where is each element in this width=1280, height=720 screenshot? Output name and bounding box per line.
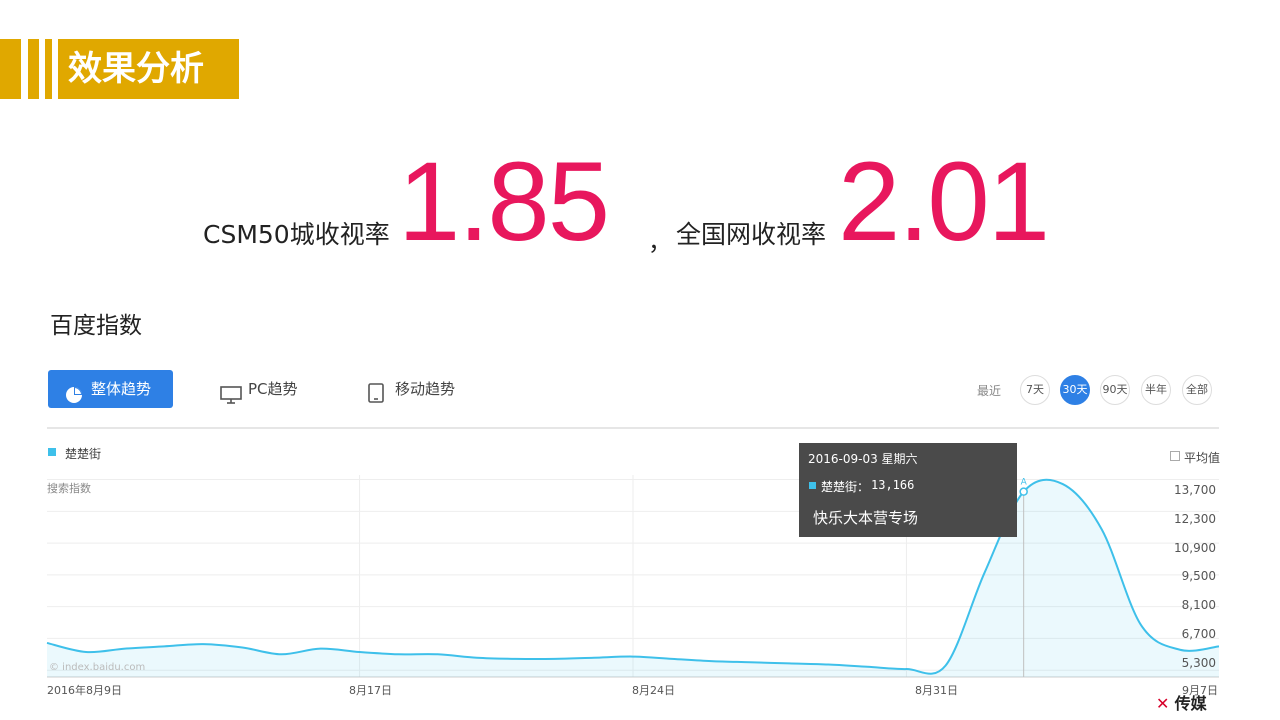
x-tick-label: 8月31日: [915, 684, 958, 697]
event-marker-label[interactable]: A: [1021, 478, 1028, 488]
tooltip-swatch: [809, 482, 816, 489]
tooltip-date: 2016-09-03 星期六: [808, 452, 918, 466]
highlight-point[interactable]: [1019, 487, 1028, 496]
y-tick-label: 8,100: [1181, 598, 1216, 612]
tooltip-value: 13,166: [871, 478, 915, 492]
x-tick-label: 8月17日: [349, 684, 392, 697]
x-tick-label: 8月24日: [632, 684, 675, 697]
chart-tooltip: 2016-09-03 星期六 楚楚街： 13,166 快乐大本营专场: [799, 443, 1017, 537]
brand-name: 传媒: [1171, 694, 1207, 713]
y-tick-label: 12,300: [1174, 512, 1216, 526]
y-tick-label: 13,700: [1174, 483, 1216, 497]
brand-logo: ✕ 传媒: [1156, 690, 1207, 714]
tooltip-series: 楚楚街：: [821, 480, 870, 494]
watermark: © index.baidu.com: [49, 662, 146, 673]
x-tick-label: 2016年8月9日: [47, 684, 122, 697]
tooltip-note: 快乐大本营专场: [813, 509, 919, 527]
y-tick-label: 10,900: [1174, 541, 1216, 555]
y-tick-label: 5,300: [1181, 656, 1216, 670]
y-tick-label: 9,500: [1181, 569, 1216, 583]
y-tick-label: 6,700: [1181, 627, 1216, 641]
search-index-chart: A: [46, 475, 1220, 678]
brand-mark-icon: ✕: [1156, 694, 1170, 713]
